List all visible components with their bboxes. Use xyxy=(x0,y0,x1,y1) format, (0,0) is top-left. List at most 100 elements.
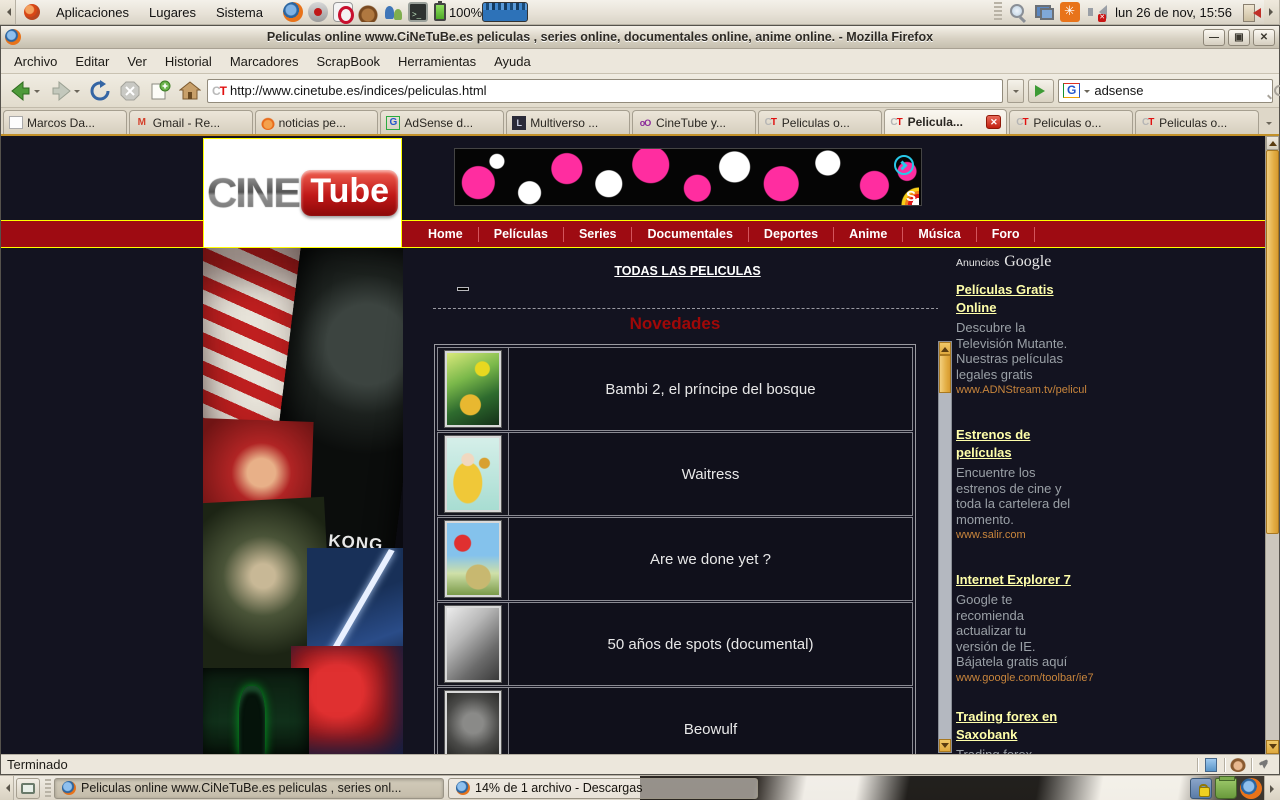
show-desktop-button[interactable] xyxy=(16,778,40,799)
url-input[interactable] xyxy=(230,83,998,98)
panel-menu[interactable]: Lugares xyxy=(139,0,206,24)
scroll-down-button[interactable] xyxy=(1266,740,1279,754)
banner-ad[interactable] xyxy=(454,148,922,206)
nav-link[interactable]: Foro xyxy=(977,227,1035,241)
browser-tab[interactable]: Gmail - Re... ✕ xyxy=(129,110,253,134)
menu-item[interactable]: Ayuda xyxy=(485,51,540,72)
browser-tab[interactable]: Peliculas o... ✕ xyxy=(1009,110,1133,134)
search-bar[interactable]: G xyxy=(1058,79,1273,103)
menu-item[interactable]: ScrapBook xyxy=(307,51,389,72)
all-movies-link[interactable]: TODAS LAS PELICULAS xyxy=(403,264,938,278)
ad-title-link[interactable]: Internet Explorer 7 xyxy=(956,572,1071,587)
minimize-button[interactable]: — xyxy=(1203,29,1225,46)
menu-item[interactable]: Historial xyxy=(156,51,221,72)
browser-tab[interactable]: Marcos Da... ✕ xyxy=(3,110,127,134)
movie-row[interactable]: Bambi 2, el príncipe del bosque xyxy=(437,347,913,431)
panel-hide-button-right[interactable] xyxy=(1264,776,1280,800)
engine-dropdown-icon[interactable] xyxy=(1084,90,1090,96)
movie-poster[interactable] xyxy=(445,606,501,682)
panel-hide-button[interactable] xyxy=(0,0,16,24)
forward-button[interactable] xyxy=(47,78,83,104)
go-button[interactable] xyxy=(1028,79,1054,103)
ad-url[interactable]: www.ADNStream.tv/pelicul xyxy=(956,384,1108,396)
menu-item[interactable]: Marcadores xyxy=(221,51,308,72)
nav-link[interactable]: Home xyxy=(413,227,478,241)
nav-link[interactable]: Documentales xyxy=(632,227,747,241)
subtab-link[interactable] xyxy=(457,287,469,291)
scroll-up-button[interactable] xyxy=(1266,136,1279,150)
panel-hide-button-right[interactable] xyxy=(1264,0,1280,24)
scrapbook-icon[interactable] xyxy=(1205,758,1217,772)
url-history-dropdown[interactable] xyxy=(1007,79,1024,103)
volume-muted-icon[interactable] xyxy=(1086,2,1106,22)
back-button[interactable] xyxy=(7,78,43,104)
menu-item[interactable]: Archivo xyxy=(5,51,66,72)
movie-title-link[interactable]: Bambi 2, el príncipe del bosque xyxy=(509,348,912,430)
taskbar-window-firefox[interactable]: Peliculas online www.CiNeTuBe.es pelicul… xyxy=(54,778,444,799)
ad-title-link[interactable]: Trading forex en Saxobank xyxy=(956,709,1057,742)
movie-poster-cell[interactable] xyxy=(438,518,509,600)
ad-title-link[interactable]: Películas Gratis Online xyxy=(956,282,1054,315)
ad-url[interactable]: www.google.com/toolbar/ie7 xyxy=(956,672,1074,684)
battery-applet[interactable]: 100% xyxy=(434,3,482,21)
search-input[interactable] xyxy=(1094,83,1270,98)
movie-row[interactable]: Beowulf xyxy=(437,687,913,754)
nav-link[interactable]: Música xyxy=(903,227,975,241)
network-screens-icon[interactable] xyxy=(1034,2,1054,22)
browser-tab[interactable]: Peliculas o... ✕ xyxy=(1135,110,1259,134)
scroll-up-button[interactable] xyxy=(939,342,951,355)
window-titlebar[interactable]: Peliculas online www.CiNeTuBe.es pelicul… xyxy=(1,26,1279,49)
browser-tab[interactable]: Pelicula... ✕ xyxy=(884,109,1008,134)
movie-row[interactable]: 50 años de spots (documental) xyxy=(437,602,913,686)
movie-title-link[interactable]: Beowulf xyxy=(509,688,912,754)
banner-next-arrow-icon[interactable] xyxy=(894,155,914,175)
new-tab-button[interactable] xyxy=(147,78,173,104)
reload-button[interactable] xyxy=(87,78,113,104)
movie-title-link[interactable]: Are we done yet ? xyxy=(509,518,912,600)
inner-scrollbar[interactable] xyxy=(938,341,952,753)
mouse-gesture-icon[interactable] xyxy=(1257,758,1273,772)
trash-icon[interactable] xyxy=(1215,778,1237,799)
browser-tab[interactable]: CineTube y... ✕ xyxy=(632,110,756,134)
site-logo[interactable]: CINE Tube xyxy=(203,138,402,248)
menu-item[interactable]: Ver xyxy=(118,51,156,72)
url-bar[interactable]: CT xyxy=(207,79,1003,103)
panel-menu[interactable]: Aplicaciones xyxy=(46,0,139,24)
movie-poster-cell[interactable] xyxy=(438,603,509,685)
panel-hide-button[interactable] xyxy=(0,776,14,800)
movie-poster-cell[interactable] xyxy=(438,688,509,754)
messenger-launcher-icon[interactable] xyxy=(383,2,403,22)
logout-icon[interactable] xyxy=(1241,2,1261,22)
media-player-launcher-icon[interactable] xyxy=(308,2,328,22)
window-scrollbar[interactable] xyxy=(1265,136,1279,754)
movie-row[interactable]: Are we done yet ? xyxy=(437,517,913,601)
browser-tab[interactable]: Multiverso ... ✕ xyxy=(506,110,630,134)
taskbar-window-downloads[interactable]: 14% de 1 archivo - Descargas xyxy=(448,778,758,799)
clock-applet[interactable]: lun 26 de nov, 15:56 xyxy=(1109,5,1238,20)
tab-close-button[interactable]: ✕ xyxy=(986,115,1001,129)
tab-overflow-dropdown[interactable] xyxy=(1261,112,1277,134)
lock-screen-icon[interactable] xyxy=(1190,778,1212,799)
movie-poster[interactable] xyxy=(445,521,501,597)
nav-link[interactable]: Anime xyxy=(834,227,902,241)
ad-title-link[interactable]: Estrenos de películas xyxy=(956,427,1030,460)
movie-poster[interactable] xyxy=(445,436,501,512)
scrollbar-thumb[interactable] xyxy=(939,355,951,393)
input-method-icon[interactable] xyxy=(1060,2,1080,22)
movie-poster[interactable] xyxy=(445,351,501,427)
nav-link[interactable]: Series xyxy=(564,227,632,241)
browser-tab[interactable]: AdSense d... ✕ xyxy=(380,110,504,134)
browser-tab[interactable]: Peliculas o... ✕ xyxy=(758,110,882,134)
stop-button[interactable] xyxy=(117,78,143,104)
system-monitor-applet[interactable] xyxy=(482,2,528,22)
firefox-launcher-icon[interactable] xyxy=(283,2,303,22)
nav-link[interactable]: Películas xyxy=(479,227,563,241)
scroll-down-button[interactable] xyxy=(939,739,951,752)
movie-poster[interactable] xyxy=(445,691,501,754)
movie-title-link[interactable]: 50 años de spots (documental) xyxy=(509,603,912,685)
menu-item[interactable]: Editar xyxy=(66,51,118,72)
scrollbar-thumb[interactable] xyxy=(1266,150,1279,534)
nav-link[interactable]: Deportes xyxy=(749,227,833,241)
close-button[interactable]: ✕ xyxy=(1253,29,1275,46)
movie-row[interactable]: Waitress xyxy=(437,432,913,516)
